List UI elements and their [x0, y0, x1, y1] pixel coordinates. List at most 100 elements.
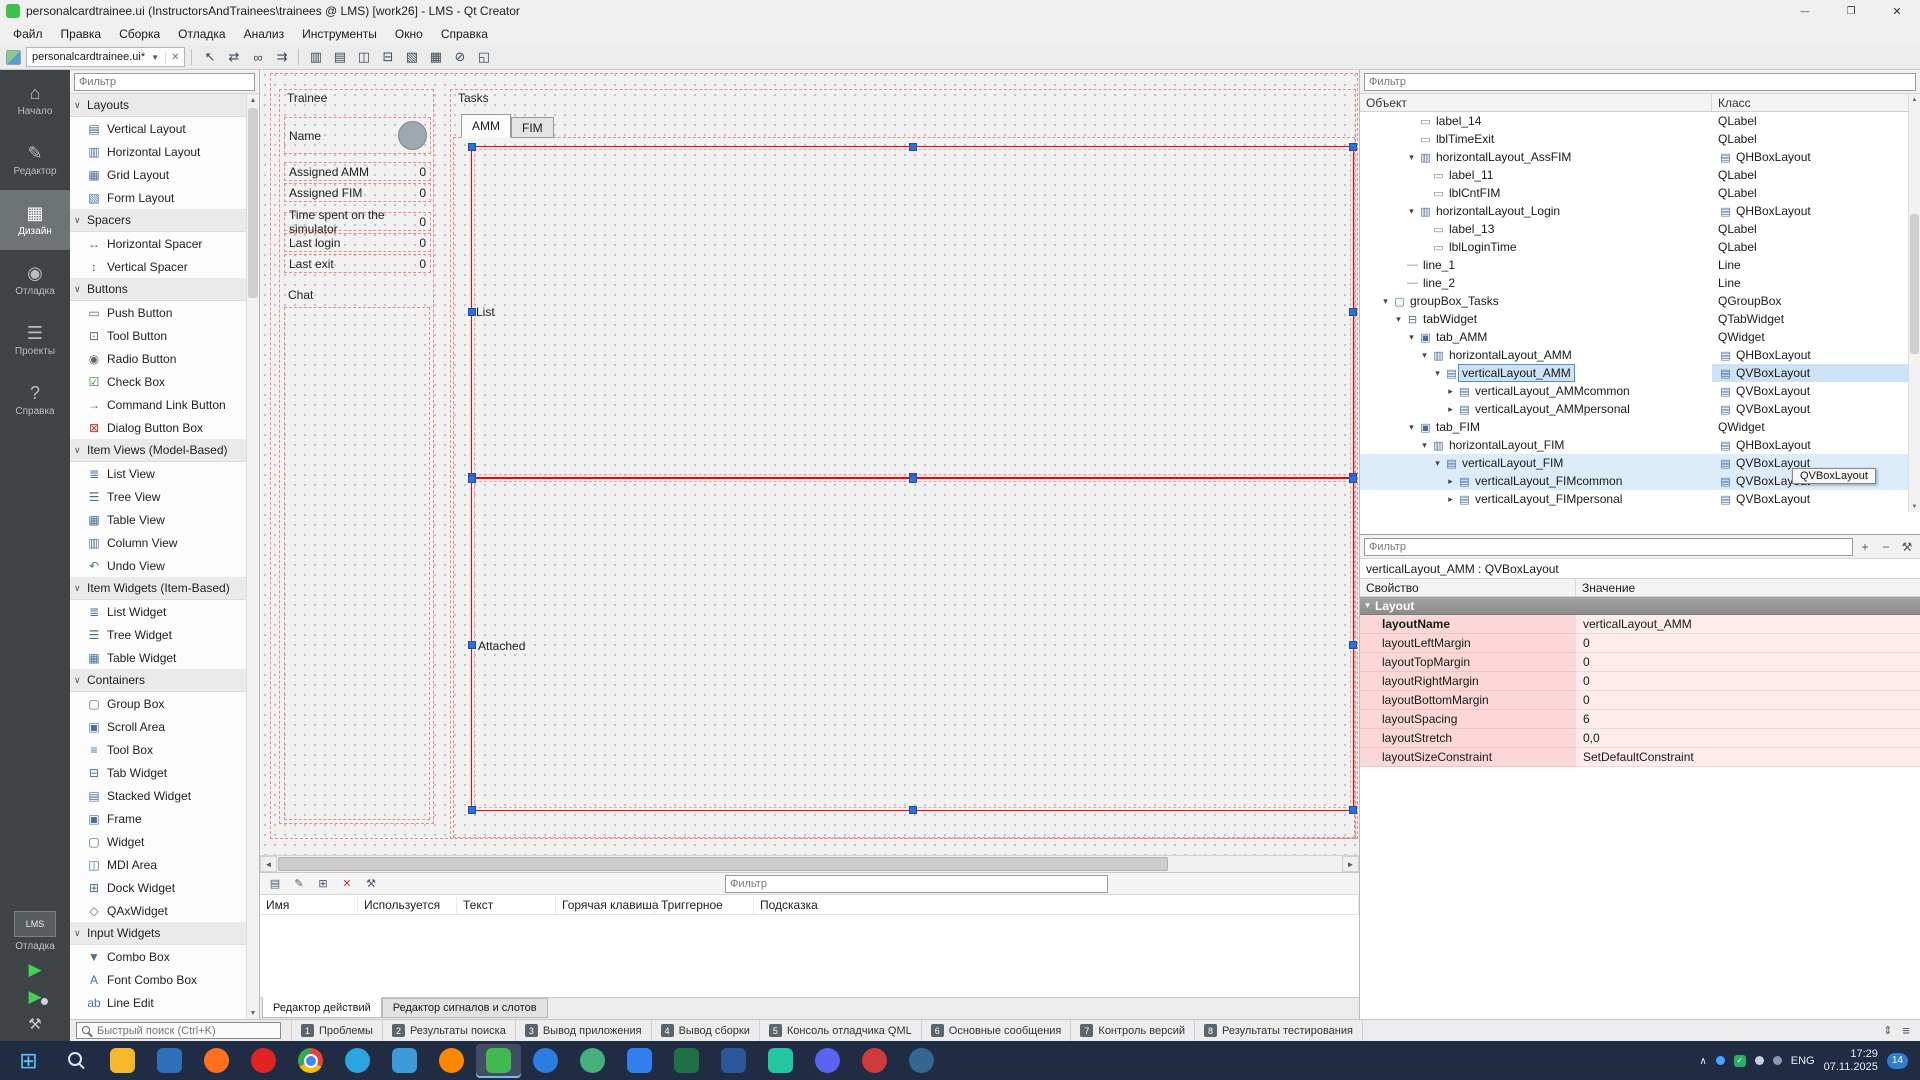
widget-item[interactable]: ⊞ Dock Widget: [70, 876, 246, 899]
taskbar-app-postgres[interactable]: [899, 1044, 944, 1078]
scrollbar-thumb[interactable]: [1910, 214, 1919, 354]
widget-item[interactable]: ≣ List View: [70, 462, 246, 485]
action-column-header[interactable]: Подсказка: [754, 895, 1359, 914]
property-value[interactable]: SetDefaultConstraint: [1576, 748, 1920, 767]
widget-item[interactable]: ↔ Horizontal Spacer: [70, 232, 246, 255]
layout-form-icon[interactable]: ▧: [400, 47, 423, 67]
object-tree-scrollbar[interactable]: [1908, 94, 1920, 512]
selected-layout-personal[interactable]: Attached: [471, 478, 1354, 811]
widget-item[interactable]: ≣ List Widget: [70, 600, 246, 623]
output-pane-6[interactable]: 6 Основные сообщения: [922, 1020, 1072, 1041]
scrollbar-thumb[interactable]: [278, 857, 1168, 871]
debug-run-button[interactable]: ▶: [28, 988, 41, 1006]
tray-chevron-up-icon[interactable]: [1699, 1055, 1706, 1067]
property-row-layoutSizeConstraint[interactable]: layoutSizeConstraint SetDefaultConstrain…: [1360, 748, 1920, 767]
taskbar-app-save-tool[interactable]: [147, 1044, 192, 1078]
layout-split-vertical-icon[interactable]: ⊟: [376, 47, 399, 67]
expander-icon[interactable]: ▸: [1444, 476, 1457, 487]
quick-search-input[interactable]: [97, 1025, 267, 1037]
action-column-header[interactable]: Горячая клавиша: [556, 895, 655, 914]
layout-split-horizontal-icon[interactable]: ◫: [352, 47, 375, 67]
expander-icon[interactable]: ▾: [1431, 458, 1444, 469]
edit-widgets-icon[interactable]: ↖: [198, 47, 221, 67]
menu-file[interactable]: Файл: [4, 24, 52, 44]
language-indicator[interactable]: ENG: [1791, 1055, 1815, 1067]
expander-icon[interactable]: ▾: [1418, 350, 1431, 361]
widget-item[interactable]: ⊠ Dialog Button Box: [70, 416, 246, 439]
tab-fim[interactable]: FIM: [511, 117, 554, 138]
widget-item[interactable]: ▤ Vertical Layout: [70, 117, 246, 140]
property-value[interactable]: 0: [1576, 691, 1920, 710]
configure-actions-icon[interactable]: ⚒: [360, 875, 382, 893]
widget-item[interactable]: ab Line Edit: [70, 991, 246, 1014]
clock[interactable]: 17:29 07.11.2025: [1824, 1048, 1878, 1074]
taskbar-app-search[interactable]: [53, 1044, 98, 1078]
form-field-row[interactable]: Assigned FIM 0: [284, 183, 431, 202]
adjust-size-icon[interactable]: ◱: [472, 47, 495, 67]
new-action-icon[interactable]: ▤: [264, 875, 286, 893]
tree-row-lblLoginTime[interactable]: ▭ lblLoginTime QLabel: [1360, 238, 1920, 256]
break-layout-icon[interactable]: ⊘: [448, 47, 471, 67]
tree-row-tab_FIM[interactable]: ▾ ▣ tab_FIM QWidget: [1360, 418, 1920, 436]
project-selector[interactable]: LMS: [14, 911, 56, 937]
property-row-layoutName[interactable]: layoutName verticalLayout_AMM: [1360, 615, 1920, 634]
widget-item[interactable]: ↶ Undo View: [70, 554, 246, 577]
selection-handle[interactable]: [1349, 143, 1357, 151]
selection-handle[interactable]: [468, 143, 476, 151]
tab-action-editor[interactable]: Редактор действий: [262, 997, 382, 1018]
quick-search-box[interactable]: [76, 1022, 281, 1039]
taskbar-app-firefox[interactable]: [194, 1044, 239, 1078]
property-row-layoutBottomMargin[interactable]: layoutBottomMargin 0: [1360, 691, 1920, 710]
scroll-left-icon[interactable]: [260, 856, 277, 872]
tree-row-lblTimeExit[interactable]: ▭ lblTimeExit QLabel: [1360, 130, 1920, 148]
menu-analyze[interactable]: Анализ: [235, 24, 294, 44]
panel-resize-icon[interactable]: [1883, 1024, 1892, 1037]
tree-row-horizontalLayout_FIM[interactable]: ▾ ▥ horizontalLayout_FIM ▤QHBoxLayout: [1360, 436, 1920, 454]
menu-edit[interactable]: Правка: [52, 24, 111, 44]
taskbar-app-discord[interactable]: [805, 1044, 850, 1078]
widget-item[interactable]: ▥ Column View: [70, 531, 246, 554]
scrollbar-thumb[interactable]: [248, 108, 258, 298]
widget-item[interactable]: ◫ MDI Area: [70, 853, 246, 876]
widget-item[interactable]: ▧ Form Layout: [70, 186, 246, 209]
widget-item[interactable]: ⊡ Tool Button: [70, 324, 246, 347]
widget-item[interactable]: ▭ Push Button: [70, 301, 246, 324]
widget-item[interactable]: ▣ Scroll Area: [70, 715, 246, 738]
output-pane-2[interactable]: 2 Результаты поиска: [383, 1020, 516, 1041]
taskbar-app-qt-creator[interactable]: [476, 1044, 521, 1078]
widget-item[interactable]: ≡ Tool Box: [70, 738, 246, 761]
taskbar-app-pycharm[interactable]: [758, 1044, 803, 1078]
property-value[interactable]: 0: [1576, 672, 1920, 691]
expander-icon[interactable]: ▸: [1444, 404, 1457, 415]
output-pane-4[interactable]: 4 Вывод сборки: [652, 1020, 760, 1041]
taskbar-app-github[interactable]: [852, 1044, 897, 1078]
taskbar-app-explorer[interactable]: [100, 1044, 145, 1078]
expander-icon[interactable]: ▸: [1444, 494, 1457, 505]
trainee-groupbox[interactable]: Trainee Name Assigned AMM 0 Assigned FIM…: [279, 89, 434, 824]
expander-icon[interactable]: ▸: [1444, 386, 1457, 397]
tree-row-lblCntFIM[interactable]: ▭ lblCntFIM QLabel: [1360, 184, 1920, 202]
action-filter-input[interactable]: [725, 875, 1108, 893]
menu-tools[interactable]: Инструменты: [293, 24, 386, 44]
close-document-icon[interactable]: ✕: [165, 52, 179, 63]
widget-category[interactable]: ∨ Item Views (Model-Based): [70, 439, 246, 462]
expander-icon[interactable]: ▾: [1405, 332, 1418, 343]
name-row[interactable]: Name: [284, 117, 431, 154]
delete-action-icon[interactable]: ✕: [336, 875, 358, 893]
property-filter-input[interactable]: [1364, 538, 1853, 556]
property-value[interactable]: 0: [1576, 634, 1920, 653]
expander-icon[interactable]: ▾: [1379, 296, 1392, 307]
configure-icon[interactable]: ⚒: [1898, 538, 1916, 556]
tree-row-line_1[interactable]: ― line_1 Line: [1360, 256, 1920, 274]
expander-icon[interactable]: ▾: [1405, 206, 1418, 217]
mode-design[interactable]: ▦ Дизайн: [0, 190, 70, 250]
taskbar-app-word[interactable]: [711, 1044, 756, 1078]
tree-row-horizontalLayout_AssFIM[interactable]: ▾ ▥ horizontalLayout_AssFIM ▤QHBoxLayout: [1360, 148, 1920, 166]
widget-filter-input[interactable]: [74, 73, 255, 91]
minimize-button[interactable]: [1782, 0, 1828, 22]
avatar-placeholder[interactable]: [398, 121, 427, 150]
column-class[interactable]: Класс: [1712, 96, 1751, 110]
expander-icon[interactable]: ▾: [1418, 440, 1431, 451]
widget-category[interactable]: ∨ Buttons: [70, 278, 246, 301]
form-field-row[interactable]: Time spent on the simulator 0: [284, 212, 431, 231]
